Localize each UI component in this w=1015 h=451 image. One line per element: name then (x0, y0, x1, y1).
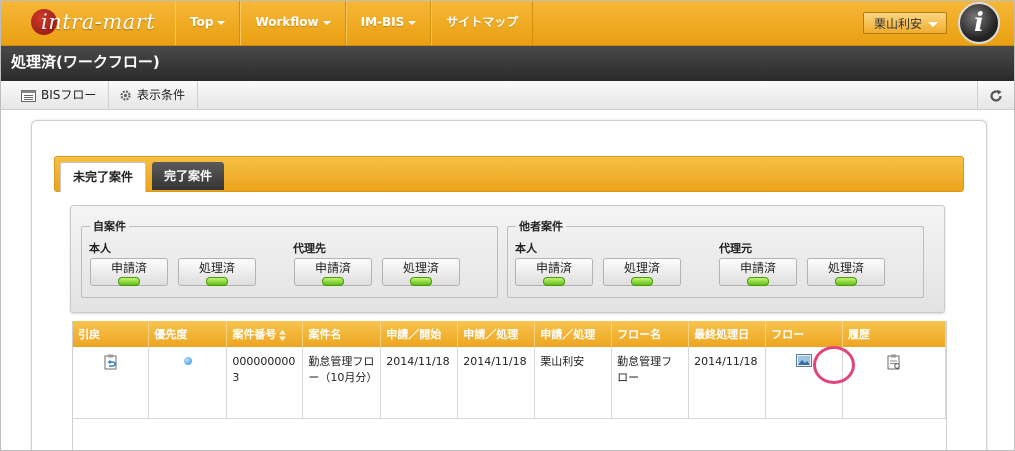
others-principal-processed-button[interactable]: 処理済 (807, 258, 885, 286)
user-menu-dropdown[interactable]: 栗山利安 (863, 12, 947, 34)
nav-sitemap[interactable]: サイトマップ (431, 1, 534, 45)
display-condition-label: 表示条件 (137, 88, 186, 102)
intra-mart-logo[interactable]: intra-mart (9, 7, 169, 39)
filter-box: 自案件 本人 申請済 処理済 代理先 申請済 処理済 他者案件 本人 申請済 処… (70, 205, 945, 313)
own-self-applied-button[interactable]: 申請済 (90, 258, 168, 286)
processor-cell: 栗山利安 (534, 347, 613, 419)
col-header-apply-start: 申請／開始 (380, 321, 459, 347)
history-cell (842, 347, 946, 419)
col-header-case-number[interactable]: 案件番号 (226, 321, 304, 347)
caret-down-icon (322, 20, 331, 25)
display-condition-button[interactable]: 表示条件 (109, 81, 199, 109)
col-header-apply-processor: 申請／処理 (534, 321, 613, 347)
status-led-icon (543, 277, 565, 286)
top-navigation: intra-mart Top Workflow IM-BIS サイトマップ 栗山… (1, 1, 1014, 46)
others-self-processed-button[interactable]: 処理済 (603, 258, 681, 286)
priority-dot-icon (183, 357, 192, 365)
flow-name-cell: 勤怠管理フロー (611, 347, 690, 419)
tab-strip: 未完了案件 完了案件 (54, 156, 964, 192)
nav-im-bis[interactable]: IM-BIS (345, 1, 432, 45)
nav-im-bis-label: IM-BIS (360, 15, 405, 29)
flow-cell (765, 347, 844, 419)
others-cases-legend: 他者案件 (519, 220, 563, 233)
pullback-cell (73, 347, 150, 419)
button-label: 申請済 (314, 261, 351, 275)
own-proxy-processed-button[interactable]: 処理済 (382, 258, 460, 286)
col-header-apply-processed: 申請／処理 (457, 321, 536, 347)
sort-icon (279, 329, 287, 341)
nav-workflow[interactable]: Workflow (240, 1, 346, 45)
bis-flow-label: BISフロー (41, 88, 97, 102)
history-icon[interactable] (887, 354, 901, 370)
caret-down-icon (217, 20, 226, 25)
others-self-applied-button[interactable]: 申請済 (515, 258, 593, 286)
status-led-icon (835, 277, 857, 286)
button-label: 申請済 (739, 261, 776, 275)
button-label: 処理済 (623, 261, 660, 275)
caret-down-icon (928, 22, 938, 27)
app-window: intra-mart Top Workflow IM-BIS サイトマップ 栗山… (0, 0, 1015, 451)
button-label: 処理済 (198, 261, 235, 275)
refresh-button[interactable] (977, 81, 1014, 109)
status-led-icon (118, 277, 140, 286)
refresh-icon (990, 89, 1002, 102)
case-number-cell: 0000000003 (226, 347, 304, 419)
button-label: 申請済 (535, 261, 572, 275)
user-name: 栗山利安 (874, 17, 923, 31)
priority-cell (148, 347, 228, 419)
apply-date-cell: 2014/11/18 (380, 347, 459, 419)
own-proxy-label: 代理先 (293, 242, 326, 255)
status-led-icon (206, 277, 228, 286)
nav-top[interactable]: Top (175, 1, 241, 45)
col-header-flow: フロー (765, 321, 844, 347)
others-principal-applied-button[interactable]: 申請済 (719, 258, 797, 286)
case-table-container: 引戻 優先度 案件番号 案件名 申請／開始 申請／処理 申請／処理 フロー名 最… (72, 321, 947, 450)
flow-image-icon[interactable] (796, 354, 813, 367)
others-self-label: 本人 (515, 242, 537, 255)
col-header-last-processed: 最終処理日 (688, 321, 767, 347)
col-header-case-name: 案件名 (302, 321, 382, 347)
pullback-icon[interactable] (104, 354, 118, 370)
processed-date-cell: 2014/11/18 (457, 347, 536, 419)
status-led-icon (747, 277, 769, 286)
button-label: 申請済 (110, 261, 147, 275)
main-panel: 未完了案件 完了案件 自案件 本人 申請済 処理済 代理先 申請済 処理済 他者… (31, 120, 987, 450)
button-label: 処理済 (827, 261, 864, 275)
col-header-pullback: 引戻 (73, 321, 150, 347)
nav-sitemap-label: サイトマップ (446, 15, 519, 29)
status-led-icon (410, 277, 432, 286)
own-cases-legend: 自案件 (93, 220, 126, 233)
own-self-processed-button[interactable]: 処理済 (178, 258, 256, 286)
col-header-flow-name: フロー名 (611, 321, 690, 347)
logo-text: intra-mart (41, 10, 156, 34)
table-row: 0000000003 勤怠管理フロー（10月分） 2014/11/18 2014… (73, 347, 946, 419)
page-title: 処理済(ワークフロー) (1, 46, 1014, 81)
list-window-icon (21, 89, 36, 102)
own-self-label: 本人 (89, 242, 111, 255)
caret-down-icon (408, 20, 417, 25)
status-led-icon (322, 277, 344, 286)
case-table: 引戻 優先度 案件番号 案件名 申請／開始 申請／処理 申請／処理 フロー名 最… (73, 321, 946, 419)
user-avatar[interactable]: i (958, 2, 1000, 44)
last-processed-cell: 2014/11/18 (688, 347, 767, 419)
col-header-priority: 優先度 (148, 321, 228, 347)
col-header-case-number-label: 案件番号 (232, 328, 277, 341)
gear-icon (120, 90, 131, 101)
tab-complete[interactable]: 完了案件 (152, 162, 225, 190)
main-menu: Top Workflow IM-BIS サイトマップ (175, 1, 534, 45)
status-led-icon (631, 277, 653, 286)
toolbar: BISフロー 表示条件 (1, 81, 1014, 110)
own-proxy-applied-button[interactable]: 申請済 (294, 258, 372, 286)
bis-flow-button[interactable]: BISフロー (11, 81, 110, 109)
button-label: 処理済 (402, 261, 439, 275)
case-name-cell: 勤怠管理フロー（10月分） (302, 347, 382, 419)
nav-top-label: Top (190, 15, 214, 29)
table-header-row: 引戻 優先度 案件番号 案件名 申請／開始 申請／処理 申請／処理 フロー名 最… (73, 321, 946, 347)
tab-incomplete[interactable]: 未完了案件 (60, 162, 147, 192)
col-header-history: 履歴 (842, 321, 946, 347)
nav-workflow-label: Workflow (255, 15, 319, 29)
others-principal-label: 代理元 (719, 242, 752, 255)
